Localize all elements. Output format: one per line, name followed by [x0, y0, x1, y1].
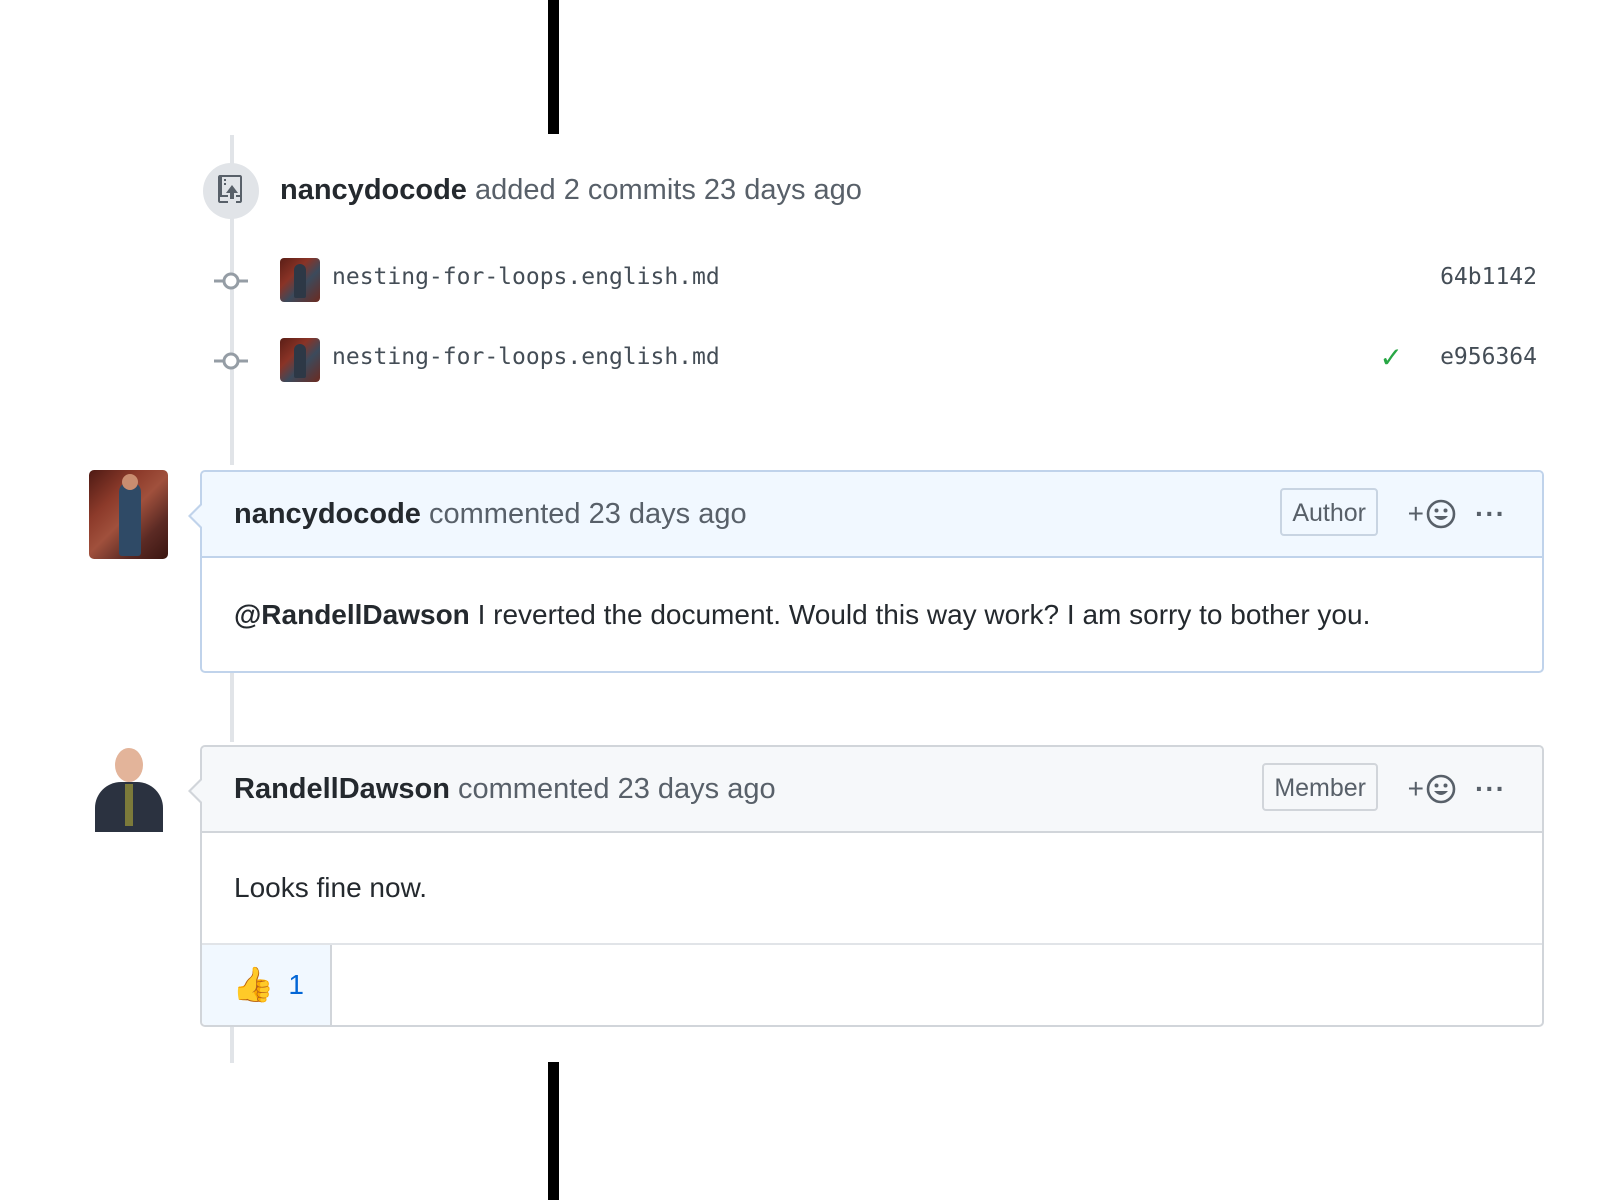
reaction-count: 1 — [288, 969, 304, 1000]
kebab-horizontal-icon: ··· — [1475, 773, 1506, 804]
smiley-icon — [1426, 774, 1456, 804]
divider-bar-top — [548, 0, 559, 134]
thumbs-up-reaction-button[interactable]: 👍 1 — [202, 945, 332, 1025]
avatar[interactable] — [89, 740, 168, 832]
comment-body: Looks fine now. — [202, 833, 1542, 945]
commit-sha-link[interactable]: 64b1142 — [1440, 264, 1537, 290]
push-action-text: added 2 commits 23 days ago — [475, 174, 862, 206]
comment-text: I reverted the document. Would this way … — [477, 599, 1371, 630]
commit-message-link[interactable]: nesting-for-loops.english.md — [332, 264, 720, 290]
commit-author-avatar[interactable] — [280, 338, 320, 382]
commit-sha-link[interactable]: e956364 — [1440, 344, 1537, 370]
comment-header: RandellDawson commented 23 days ago Memb… — [202, 747, 1542, 833]
commit-icon — [214, 352, 248, 370]
comment-author-link[interactable]: RandellDawson — [234, 773, 450, 805]
comment-timestamp[interactable]: commented 23 days ago — [429, 498, 747, 530]
pull-request-timeline: nancydocode added 2 commits 23 days ago … — [0, 0, 1600, 1200]
commit-row: nesting-for-loops.english.md ✓ e956364 — [214, 338, 1537, 384]
push-actor-link[interactable]: nancydocode — [280, 174, 467, 206]
repo-push-icon — [203, 163, 259, 219]
comment-text: Looks fine now. — [234, 872, 428, 903]
comment-box: nancydocode commented 23 days ago Author… — [188, 470, 1544, 673]
smiley-icon — [1426, 499, 1456, 529]
comment-box: RandellDawson commented 23 days ago Memb… — [188, 745, 1544, 1027]
add-reaction-button[interactable]: + — [1408, 494, 1456, 534]
commit-row: nesting-for-loops.english.md 64b1142 — [214, 258, 1537, 304]
user-mention-link[interactable]: @RandellDawson — [234, 599, 470, 630]
author-badge: Author — [1280, 488, 1378, 536]
member-badge: Member — [1262, 763, 1378, 811]
comment-header: nancydocode commented 23 days ago Author… — [202, 472, 1542, 558]
commit-author-avatar[interactable] — [280, 258, 320, 302]
more-options-button[interactable]: ··· — [1475, 494, 1506, 534]
more-options-button[interactable]: ··· — [1475, 769, 1506, 809]
divider-bar-bottom — [548, 1062, 559, 1200]
comment-timestamp[interactable]: commented 23 days ago — [458, 773, 776, 805]
reactions-bar: 👍 1 — [202, 945, 1542, 1025]
avatar[interactable] — [89, 470, 168, 559]
thumbs-up-icon: 👍 — [232, 966, 275, 1004]
push-event-text: nancydocode added 2 commits 23 days ago — [280, 174, 862, 207]
comment-author-link[interactable]: nancydocode — [234, 498, 421, 530]
add-reaction-button[interactable]: + — [1408, 769, 1456, 809]
check-icon[interactable]: ✓ — [1380, 344, 1403, 372]
kebab-horizontal-icon: ··· — [1475, 498, 1506, 529]
timeline-line — [230, 668, 234, 742]
timeline-line — [230, 1023, 234, 1063]
commit-message-link[interactable]: nesting-for-loops.english.md — [332, 344, 720, 370]
comment-body: @RandellDawson I reverted the document. … — [202, 558, 1542, 671]
commit-icon — [214, 272, 248, 290]
